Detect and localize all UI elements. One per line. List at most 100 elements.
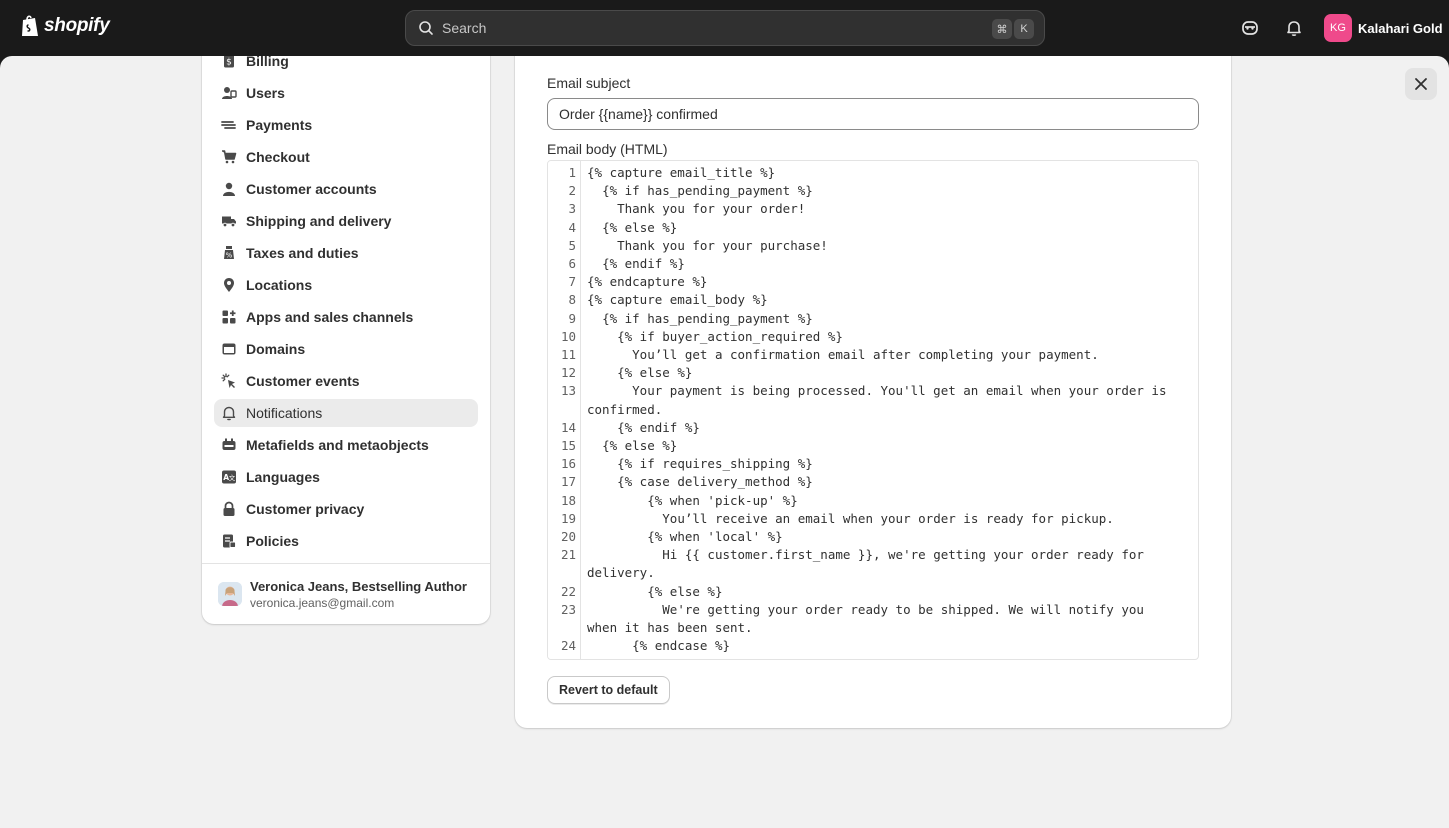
line-number: 16 — [560, 456, 576, 472]
code-line: 17 {% case delivery_method %} — [548, 473, 1198, 491]
location-pin-icon — [220, 276, 238, 294]
bell-icon — [220, 404, 238, 422]
language-icon: A文 — [220, 468, 238, 486]
line-number: 18 — [560, 492, 576, 508]
line-code: You’ll get a confirmation email after co… — [587, 347, 1099, 363]
truck-icon — [220, 212, 238, 230]
line-code: Hi {{ customer.first_name }}, we're gett… — [587, 547, 1152, 581]
line-code: {% when 'pick-up' %} — [587, 492, 798, 508]
line-code: {% else %} — [587, 583, 723, 599]
cart-icon — [220, 148, 238, 166]
code-line: 1 {% capture email_title %} — [548, 164, 1198, 182]
code-line: 2 {% if has_pending_payment %} — [548, 182, 1198, 200]
sidebar-profile[interactable]: Veronica Jeans, Bestselling Author veron… — [202, 563, 490, 624]
line-code: {% capture email_title %} — [587, 165, 776, 180]
code-line: 11 You’ll get a confirmation email after… — [548, 346, 1198, 364]
notifications-button[interactable] — [1282, 16, 1306, 40]
line-number: 6 — [568, 256, 576, 272]
sidebar-item-users[interactable]: Users — [214, 79, 478, 107]
lock-icon — [220, 500, 238, 518]
sidebar-item-customer-events[interactable]: Customer events — [214, 367, 478, 395]
line-number: 14 — [560, 419, 576, 435]
sidebar-item-locations[interactable]: Locations — [214, 271, 478, 299]
email-body-editor[interactable]: 1 {% capture email_title %} 2 {% if has_pe… — [547, 160, 1199, 660]
logo-text: shopify — [44, 15, 110, 36]
store-name: Kalahari Gold — [1358, 20, 1443, 36]
revert-to-default-button[interactable]: Revert to default — [547, 676, 670, 704]
sidebar-item-customer-privacy[interactable]: Customer privacy — [214, 495, 478, 523]
search-icon — [419, 21, 433, 35]
code-line: 8 {% capture email_body %} — [548, 291, 1198, 309]
code-line: 20 {% when 'local' %} — [548, 528, 1198, 546]
sidebar-item-policies[interactable]: Policies — [214, 527, 478, 555]
line-number: 9 — [568, 310, 576, 326]
search-input[interactable] — [442, 20, 962, 36]
line-number: 3 — [568, 201, 576, 217]
code-line: 24 {% endcase %} — [548, 637, 1198, 655]
line-number: 4 — [568, 219, 576, 235]
sidebar-item-languages[interactable]: A文 Languages — [214, 463, 478, 491]
code-area[interactable]: 1 {% capture email_title %} 2 {% if has_pe… — [548, 164, 1198, 655]
sidebar-item-taxes[interactable]: % Taxes and duties — [214, 239, 478, 267]
line-number: 23 — [560, 601, 576, 617]
line-number: 22 — [560, 583, 576, 599]
close-settings-button[interactable] — [1405, 68, 1437, 100]
code-line: 5 Thank you for your purchase! — [548, 237, 1198, 255]
sidebar-item-domains[interactable]: Domains — [214, 335, 478, 363]
email-subject-input[interactable] — [547, 98, 1199, 130]
sidekick-button[interactable] — [1238, 16, 1262, 40]
shortcut-k-key: K — [1014, 19, 1034, 39]
code-line: 15 {% else %} — [548, 437, 1198, 455]
domains-icon — [220, 340, 238, 358]
line-number: 7 — [568, 274, 576, 290]
code-line: 22 {% else %} — [548, 583, 1198, 601]
line-code: {% capture email_body %} — [587, 292, 768, 308]
search-bar[interactable]: ⌘ K — [405, 10, 1045, 46]
line-number: 15 — [560, 438, 576, 454]
sidebar-item-billing[interactable]: $ Billing — [214, 56, 478, 75]
code-line: 7 {% endcapture %} — [548, 273, 1198, 291]
settings-sidebar: $ Billing Users Payments Checkout Custom… — [202, 56, 490, 624]
users-icon — [220, 84, 238, 102]
sidebar-item-payments[interactable]: Payments — [214, 111, 478, 139]
payments-icon — [220, 116, 238, 134]
sidebar-item-customer-accounts[interactable]: Customer accounts — [214, 175, 478, 203]
code-line: 6 {% endif %} — [548, 255, 1198, 273]
email-body-label: Email body (HTML) — [547, 141, 668, 157]
sidebar-item-metafields[interactable]: Metafields and metaobjects — [214, 431, 478, 459]
code-line: 18 {% when 'pick-up' %} — [548, 492, 1198, 510]
line-number: 24 — [560, 638, 576, 654]
billing-icon: $ — [220, 56, 238, 70]
svg-text:%: % — [226, 252, 233, 260]
sidekick-icon — [1242, 21, 1258, 35]
email-subject-label: Email subject — [547, 75, 631, 91]
store-avatar: KG — [1324, 14, 1352, 42]
shopify-bag-icon — [22, 15, 38, 36]
profile-name: Veronica Jeans, Bestselling Author — [250, 578, 467, 594]
taxes-icon: % — [220, 244, 238, 262]
profile-avatar — [218, 582, 242, 606]
shopify-logo[interactable]: shopify — [20, 14, 110, 38]
sidebar-item-notifications[interactable]: Notifications — [214, 399, 478, 427]
sidebar-item-shipping[interactable]: Shipping and delivery — [214, 207, 478, 235]
line-code: {% else %} — [587, 438, 678, 454]
line-code: {% endcase %} — [587, 638, 730, 654]
code-line: 13 Your payment is being processed. You'… — [548, 382, 1198, 418]
profile-email: veronica.jeans@gmail.com — [250, 595, 395, 610]
line-number: 1 — [568, 165, 576, 180]
line-code: {% when 'local' %} — [587, 529, 783, 545]
code-line: 10 {% if buyer_action_required %} — [548, 328, 1198, 346]
code-line: 14 {% endif %} — [548, 419, 1198, 437]
sidebar-item-checkout[interactable]: Checkout — [214, 143, 478, 171]
line-code: {% endif %} — [587, 419, 700, 435]
line-code: {% else %} — [587, 219, 678, 235]
top-bar: shopify ⌘ K KG Kalahari Gold — [0, 0, 1449, 56]
sidebar-item-apps[interactable]: Apps and sales channels — [214, 303, 478, 331]
line-code: {% if requires_shipping %} — [587, 456, 813, 472]
line-code: {% if has_pending_payment %} — [587, 310, 813, 326]
code-line: 12 {% else %} — [548, 364, 1198, 382]
account-menu[interactable]: KG Kalahari Gold — [1324, 14, 1443, 42]
line-code: {% else %} — [587, 365, 693, 381]
code-line: 19 You’ll receive an email when your ord… — [548, 510, 1198, 528]
policies-icon — [220, 532, 238, 550]
